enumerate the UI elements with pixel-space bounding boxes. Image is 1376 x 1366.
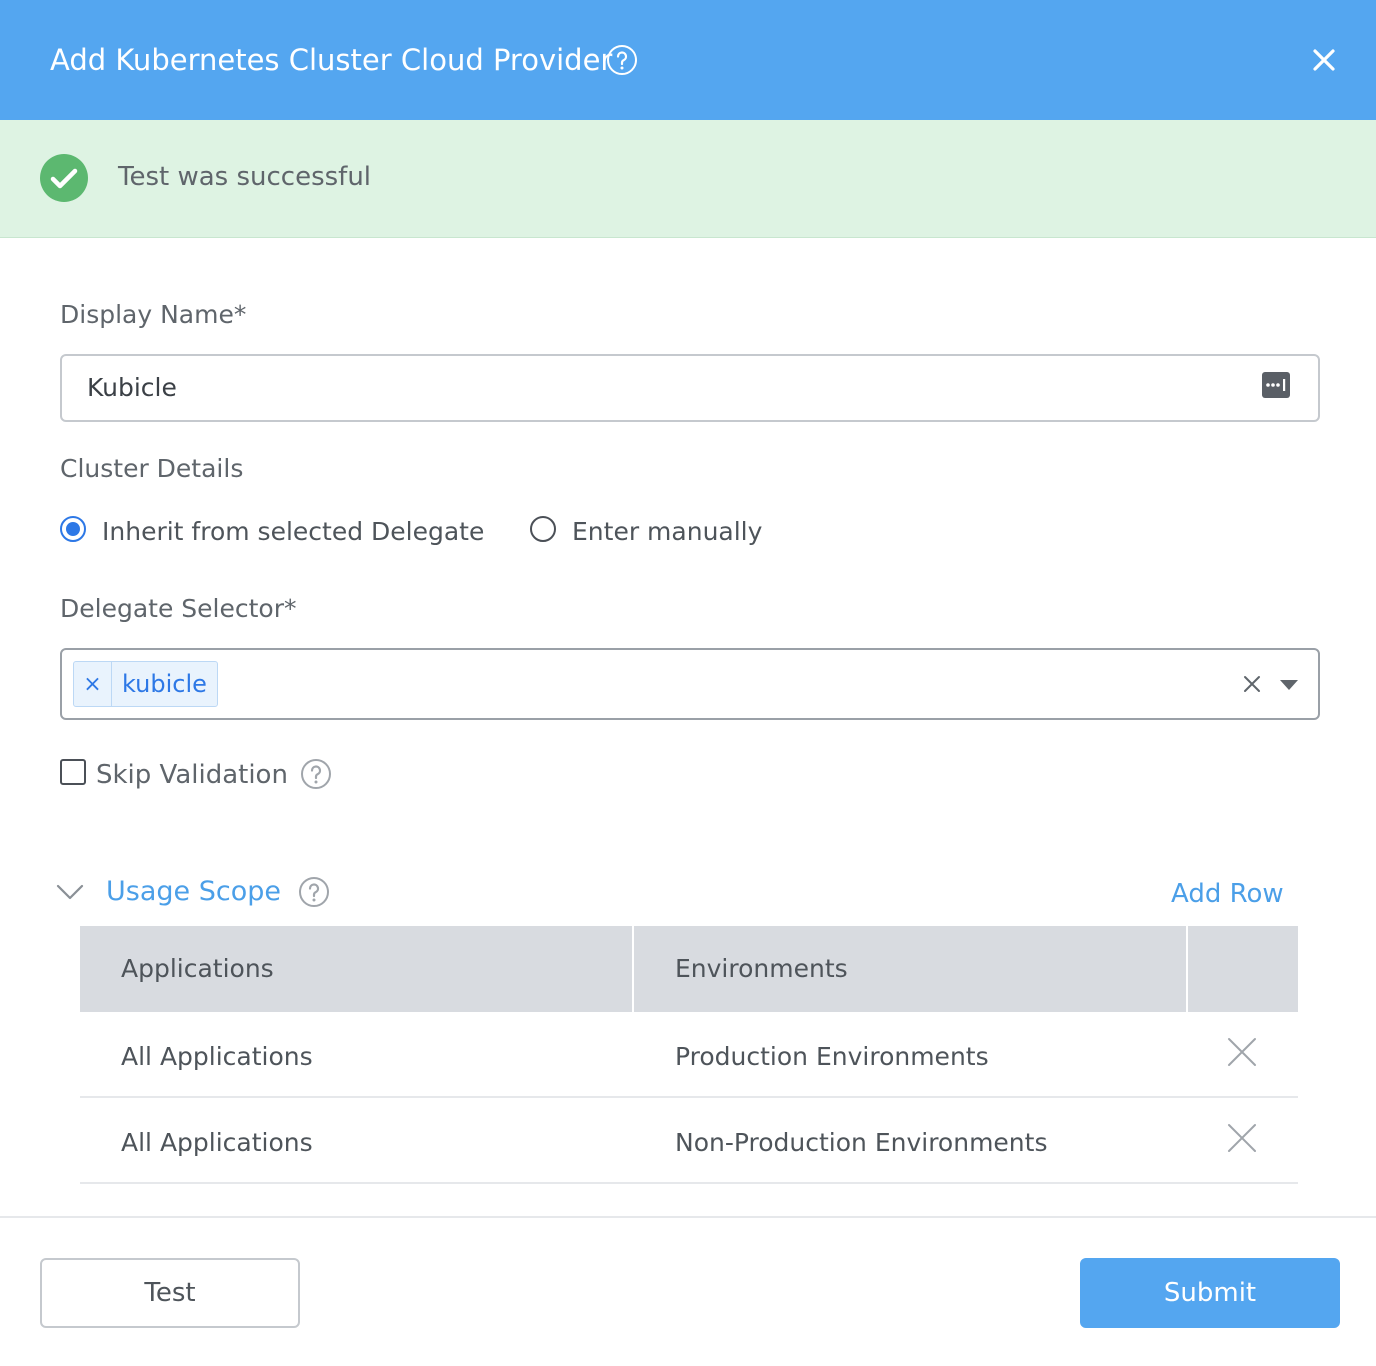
tag-remove-button[interactable]: × <box>74 662 112 706</box>
footer-divider <box>0 1216 1376 1218</box>
close-icon[interactable] <box>1308 44 1340 76</box>
radio-enter-manually-label[interactable]: Enter manually <box>572 515 762 549</box>
table-row: All Applications Non-Production Environm… <box>80 1098 1298 1184</box>
radio-inherit-delegate[interactable] <box>60 516 86 542</box>
radio-enter-manually[interactable] <box>530 516 556 542</box>
column-header-environments: Environments <box>675 954 848 983</box>
skip-validation-checkbox[interactable] <box>60 759 86 785</box>
password-manager-icon[interactable] <box>1261 371 1291 399</box>
selector-tag: × kubicle <box>73 661 218 707</box>
display-name-field[interactable]: Kubicle <box>60 354 1320 422</box>
row-environment[interactable]: Non-Production Environments <box>675 1098 1047 1184</box>
skip-validation-label[interactable]: Skip Validation <box>96 758 288 792</box>
row-application[interactable]: All Applications <box>121 1012 313 1098</box>
display-name-label: Display Name* <box>60 300 247 329</box>
cluster-details-label: Cluster Details <box>60 454 244 483</box>
usage-scope-title[interactable]: Usage Scope <box>106 874 281 910</box>
radio-inherit-delegate-label[interactable]: Inherit from selected Delegate <box>102 515 484 549</box>
help-icon[interactable] <box>606 44 638 76</box>
dialog-title: Add Kubernetes Cluster Cloud Provider <box>50 43 613 77</box>
delete-row-icon[interactable] <box>1226 1036 1258 1068</box>
row-application[interactable]: All Applications <box>121 1098 313 1184</box>
test-button[interactable]: Test <box>40 1258 300 1328</box>
column-divider <box>1186 926 1188 1012</box>
add-row-link[interactable]: Add Row <box>1171 876 1284 912</box>
display-name-value: Kubicle <box>87 373 177 402</box>
delegate-selector-field[interactable]: × kubicle <box>60 648 1320 720</box>
row-environment[interactable]: Production Environments <box>675 1012 989 1098</box>
table-header: Applications Environments <box>80 926 1298 1012</box>
usage-scope-help-icon[interactable] <box>298 876 330 908</box>
delete-row-icon[interactable] <box>1226 1122 1258 1154</box>
collapse-chevron-icon[interactable] <box>56 882 84 902</box>
column-divider <box>632 926 634 1012</box>
dialog-header: Add Kubernetes Cluster Cloud Provider <box>0 0 1376 120</box>
column-header-applications: Applications <box>121 954 274 983</box>
delegate-selector-label: Delegate Selector* <box>60 594 297 623</box>
clear-selection-icon[interactable] <box>1240 672 1264 696</box>
skip-validation-help-icon[interactable] <box>300 758 332 790</box>
banner-message: Test was successful <box>118 162 372 192</box>
chevron-down-icon[interactable] <box>1278 678 1300 692</box>
check-circle-icon <box>40 154 88 202</box>
tag-label: kubicle <box>122 670 207 698</box>
submit-button[interactable]: Submit <box>1080 1258 1340 1328</box>
table-row: All Applications Production Environments <box>80 1012 1298 1098</box>
